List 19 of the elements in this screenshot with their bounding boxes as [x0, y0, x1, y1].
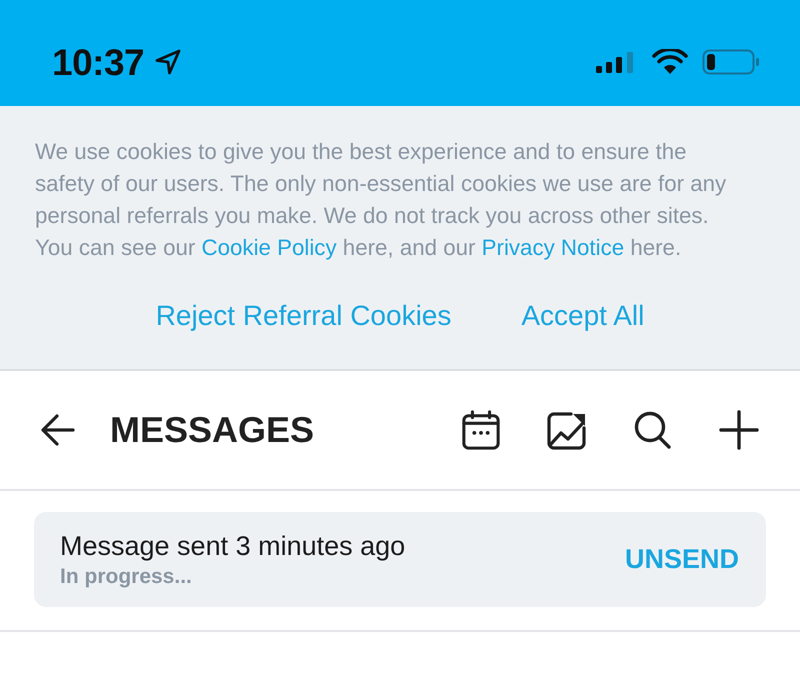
plus-icon[interactable]: [719, 410, 759, 450]
location-arrow-icon: [154, 48, 182, 76]
page-title: MESSAGES: [110, 409, 314, 451]
cookie-notice-text: We use cookies to give you the best experience and to ensure the safety of our users. The only non-essential cookies we use are for any personal referrals you make. We do not track you across other sites. You can see our Cookie Policy here, and our Privacy Notice here.: [35, 138, 728, 262]
image-chart-icon[interactable]: [547, 410, 587, 450]
wifi-icon: [652, 49, 688, 75]
search-icon[interactable]: [633, 410, 673, 450]
signal-icon: [596, 52, 635, 72]
message-sent-text: Message sent 3 minutes ago: [60, 530, 406, 562]
reject-cookies-button[interactable]: Reject Referral Cookies: [156, 296, 452, 336]
battery-icon: [702, 49, 760, 75]
accept-all-button[interactable]: Accept All: [521, 296, 644, 336]
unsend-button[interactable]: UNSEND: [624, 544, 739, 575]
progress-status-text: In progress...: [60, 564, 193, 590]
privacy-notice-link[interactable]: Privacy Notice: [482, 235, 624, 260]
calendar-icon[interactable]: [461, 410, 501, 450]
status-time: 10:37: [52, 44, 144, 80]
back-arrow-icon[interactable]: [40, 412, 76, 448]
cookie-policy-link[interactable]: Cookie Policy: [202, 235, 337, 260]
